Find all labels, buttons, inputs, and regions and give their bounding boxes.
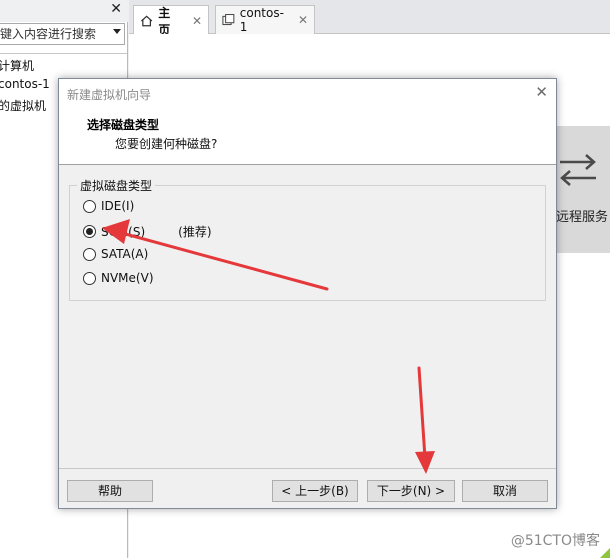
close-icon[interactable]: ✕ <box>535 83 548 101</box>
page-title: 选择磁盘类型 <box>87 118 160 132</box>
radio-ide[interactable]: IDE(I) <box>83 199 134 213</box>
disk-type-group-label: 虚拟磁盘类型 <box>77 177 156 194</box>
tab-bar: 主页 ✕ contos-1 ✕ <box>129 0 610 37</box>
corner-leaf-icon <box>600 548 610 558</box>
vm-tab-icon <box>222 14 235 26</box>
back-button[interactable]: < 上一步(B) <box>272 480 358 502</box>
new-vm-wizard-dialog: 新建虚拟机向导 ✕ 选择磁盘类型 您要创建何种磁盘? 虚拟磁盘类型 IDE(I)… <box>58 78 557 509</box>
next-button[interactable]: 下一步(N) > <box>367 480 455 502</box>
radio-button[interactable] <box>83 199 96 213</box>
dialog-header: 选择磁盘类型 您要创建何种磁盘? <box>59 107 556 165</box>
tree-item-computer[interactable]: 计算机 <box>0 57 34 74</box>
radio-button[interactable] <box>83 247 96 261</box>
radio-nvme[interactable]: NVMe(V) <box>83 271 154 285</box>
radio-scsi[interactable]: SCSI(S) (推荐) <box>83 223 212 240</box>
watermark: @51CTO博客 <box>510 533 600 549</box>
dialog-footer: 帮助 < 上一步(B) 下一步(N) > 取消 <box>59 468 556 508</box>
tab-label: 主页 <box>158 5 171 37</box>
close-tab-icon[interactable]: ✕ <box>298 13 308 27</box>
radio-label: SCSI(S) <box>101 224 146 239</box>
radio-sata[interactable]: SATA(A) <box>83 247 148 261</box>
cancel-button[interactable]: 取消 <box>462 480 548 502</box>
recommended-hint: (推荐) <box>178 225 212 239</box>
close-icon[interactable]: ✕ <box>110 1 122 17</box>
radio-label: SATA(A) <box>101 247 149 261</box>
tab-home[interactable]: 主页 ✕ <box>133 5 209 37</box>
transfer-arrows-icon <box>560 154 596 186</box>
tab-label: contos-1 <box>239 6 284 34</box>
radio-button-checked[interactable] <box>83 225 96 238</box>
radio-label: NVMe(V) <box>101 271 154 285</box>
close-tab-icon[interactable]: ✕ <box>192 14 202 28</box>
remote-server-label: 远程服务 <box>556 210 609 225</box>
tree-item-shared-vms[interactable]: 的虚拟机 <box>0 97 46 114</box>
search-input[interactable] <box>0 24 111 44</box>
radio-label: IDE(I) <box>101 199 135 213</box>
home-icon <box>141 14 153 26</box>
help-button[interactable]: 帮助 <box>67 480 153 502</box>
library-search[interactable] <box>0 23 125 45</box>
tab-contos-1[interactable]: contos-1 ✕ <box>215 5 315 34</box>
radio-button[interactable] <box>83 271 96 285</box>
tree-item-contos-1[interactable]: contos-1 <box>0 77 50 91</box>
dialog-titlebar: 新建虚拟机向导 ✕ <box>59 79 556 107</box>
chevron-down-icon[interactable] <box>113 29 121 34</box>
library-header: ✕ <box>0 0 128 22</box>
dialog-title: 新建虚拟机向导 <box>67 88 152 102</box>
page-subtitle: 您要创建何种磁盘? <box>115 137 218 151</box>
